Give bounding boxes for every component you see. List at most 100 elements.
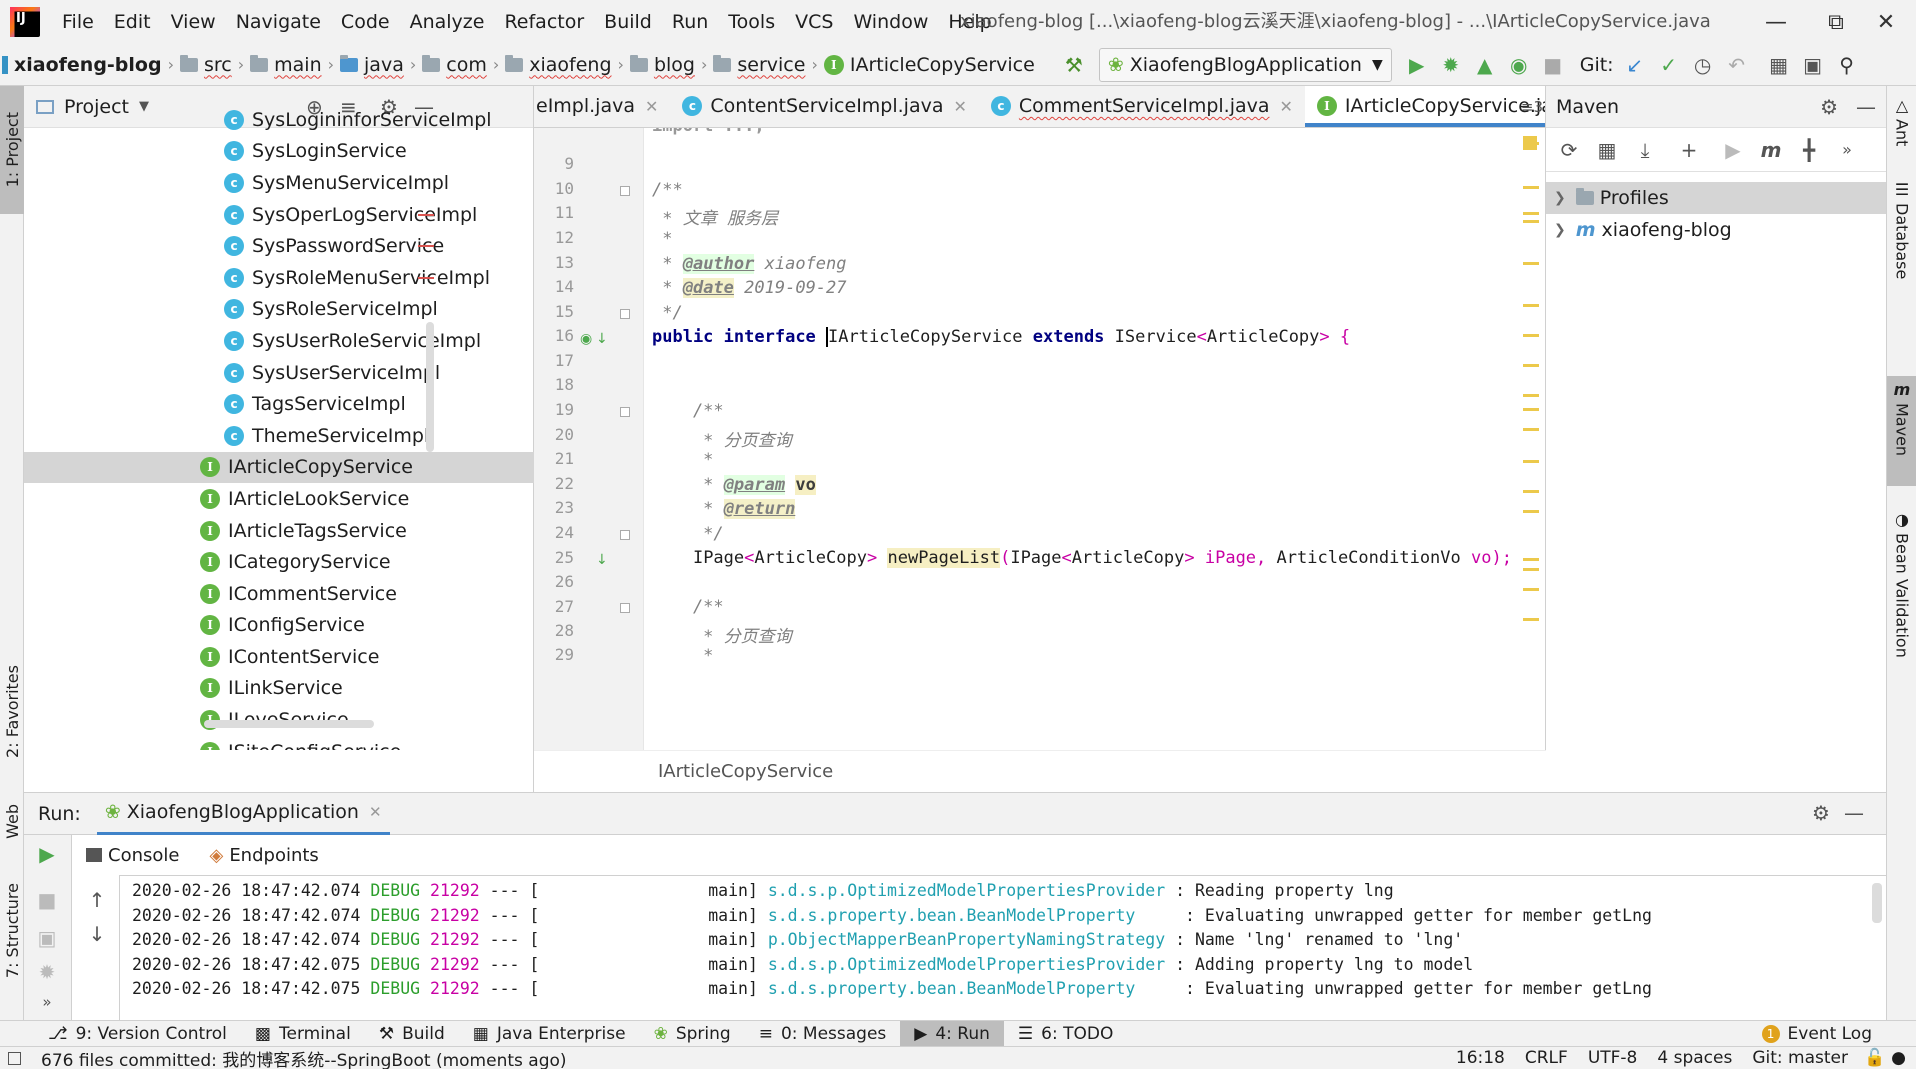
editor-tab-iarticlecopyservice[interactable]: IIArticleCopyService.java✕ <box>1304 86 1545 127</box>
menu-vcs[interactable]: VCS <box>785 0 843 44</box>
breadcrumb-file[interactable]: I IArticleCopyService <box>823 54 1035 76</box>
menu-view[interactable]: View <box>161 0 226 44</box>
search-icon[interactable]: ⚲ <box>1830 48 1864 82</box>
warning-mark[interactable] <box>1523 510 1539 513</box>
breadcrumb-service[interactable]: service <box>713 54 805 76</box>
warning-mark[interactable] <box>1523 186 1539 189</box>
menu-window[interactable]: Window <box>843 0 938 44</box>
breadcrumb-src[interactable]: src <box>179 54 232 76</box>
tree-item[interactable]: I IArticleLookService <box>24 483 534 515</box>
camera-icon[interactable]: ▣ <box>30 921 64 955</box>
tab-todo[interactable]: ☰ 6: TODO <box>1004 1021 1127 1047</box>
tab-bean-validation[interactable]: ◑ Bean Validation <box>1887 506 1916 666</box>
close-icon[interactable]: ✕ <box>369 803 382 821</box>
fold-marker-icon[interactable] <box>620 603 630 613</box>
breadcrumb-com[interactable]: com <box>422 54 487 76</box>
menu-file[interactable]: File <box>52 0 104 44</box>
arrow-up-icon[interactable]: ↑ <box>80 883 114 917</box>
tree-item[interactable]: I IContentService <box>24 641 534 673</box>
more-icon[interactable]: » <box>30 985 64 1019</box>
warning-mark[interactable] <box>1523 460 1539 463</box>
tab-overflow-button[interactable]: ≡3 <box>1521 86 1543 127</box>
menu-edit[interactable]: Edit <box>104 0 161 44</box>
tab-terminal[interactable]: ▩ Terminal <box>241 1021 365 1047</box>
run-subtab-console[interactable]: Console <box>86 845 179 866</box>
editor-tab-commentserviceimpl[interactable]: c CommentServiceImpl.java ✕ <box>979 86 1305 127</box>
indent-setting[interactable]: 4 spaces <box>1647 1048 1742 1068</box>
warning-mark[interactable] <box>1523 142 1539 145</box>
generate-sources-icon[interactable]: ▦ <box>1590 133 1624 167</box>
file-encoding[interactable]: UTF-8 <box>1578 1048 1648 1068</box>
close-icon[interactable]: ✕ <box>645 97 658 116</box>
download-icon[interactable]: ⤓ <box>1628 133 1662 167</box>
tree-item[interactable]: I ILinkService <box>24 673 534 705</box>
tab-ant[interactable]: △ Ant <box>1887 92 1916 156</box>
breadcrumb-java[interactable]: java <box>340 54 404 76</box>
tab-messages[interactable]: ≡ 0: Messages <box>745 1021 901 1047</box>
warning-mark[interactable] <box>1523 408 1539 411</box>
execute-goal-icon[interactable]: m <box>1754 133 1788 167</box>
tab-event-log[interactable]: 1 Event Log <box>1748 1021 1886 1047</box>
run-tab-xiaofengblogapplication[interactable]: ❀ XiaofengBlogApplication ✕ <box>96 793 390 835</box>
code-area[interactable]: import ...; /** * 文章 服务层 * * @author xia… <box>644 128 1516 750</box>
tree-item[interactable]: I ICommentService <box>24 578 534 610</box>
tree-item[interactable]: c TagsServiceImpl <box>24 388 534 420</box>
warning-mark[interactable] <box>1523 558 1539 561</box>
build-hammer-icon[interactable]: ⚒ <box>1057 48 1091 82</box>
warning-mark[interactable] <box>1523 428 1539 431</box>
arrow-down-icon[interactable]: ↓ <box>80 917 114 951</box>
git-rollback-icon[interactable]: ↶ <box>1720 48 1754 82</box>
maven-item-profiles[interactable]: ❯ Profiles <box>1546 182 1886 214</box>
debug-bug-icon[interactable]: ✹ <box>1434 48 1468 82</box>
fold-marker-icon[interactable] <box>620 530 630 540</box>
warning-mark[interactable] <box>1523 220 1539 223</box>
pin-icon[interactable]: ✹ <box>30 955 64 989</box>
menu-build[interactable]: Build <box>594 0 662 44</box>
profile-icon[interactable]: ◉ <box>1502 48 1536 82</box>
warning-mark[interactable] <box>1523 304 1539 307</box>
run-subtab-endpoints[interactable]: ◈ Endpoints <box>209 845 318 866</box>
tree-item[interactable]: I IConfigService <box>24 610 534 642</box>
implemented-icon[interactable]: ↓ <box>596 552 608 568</box>
run-configuration-select[interactable]: ❀ XiaofengBlogApplication ▼ <box>1098 47 1392 82</box>
menu-code[interactable]: Code <box>331 0 400 44</box>
menu-navigate[interactable]: Navigate <box>226 0 331 44</box>
fold-marker-icon[interactable] <box>620 186 630 196</box>
git-branch[interactable]: Git: master <box>1742 1048 1858 1068</box>
fold-marker-icon[interactable] <box>620 407 630 417</box>
console-output[interactable]: 2020-02-26 18:47:42.074 DEBUG 21292 --- … <box>120 875 1886 1021</box>
tree-item[interactable]: I IArticleCopyService <box>24 451 534 484</box>
tab-favorites[interactable]: 2: Favorites <box>0 646 24 776</box>
tab-project[interactable]: 1: Project <box>0 86 24 214</box>
caret-position[interactable]: 16:18 <box>1446 1048 1515 1068</box>
tab-run[interactable]: ▶ 4: Run <box>900 1020 1004 1047</box>
run-with-coverage-icon[interactable]: ▲ <box>1468 48 1502 82</box>
editor-tab-eimpl[interactable]: eImpl.java ✕ <box>534 86 670 127</box>
tab-java-enterprise[interactable]: ▦ Java Enterprise <box>459 1021 640 1047</box>
reload-icon[interactable]: ⟳ <box>1552 133 1586 167</box>
warning-mark[interactable] <box>1523 364 1539 367</box>
minimize-button[interactable]: — <box>1746 0 1806 44</box>
notifications-icon[interactable]: ● <box>1891 1048 1906 1068</box>
breadcrumb-blog[interactable]: blog <box>629 54 695 76</box>
menu-tools[interactable]: Tools <box>718 0 785 44</box>
hide-icon[interactable]: — <box>1856 95 1876 119</box>
tree-item[interactable]: c SysMenuServiceImpl <box>24 167 534 199</box>
close-window-button[interactable]: ✕ <box>1856 0 1916 44</box>
breadcrumb-xiaofeng[interactable]: xiaofeng <box>505 54 612 76</box>
line-separator[interactable]: CRLF <box>1515 1048 1578 1068</box>
tab-web[interactable]: Web <box>0 786 24 856</box>
status-panel-toggle-icon[interactable] <box>8 1051 21 1065</box>
breadcrumb-project[interactable]: xiaofeng-blog <box>2 54 162 76</box>
breadcrumb-main[interactable]: main <box>250 54 322 76</box>
warning-mark[interactable] <box>1523 568 1539 571</box>
project-structure-icon[interactable]: ▦ <box>1762 48 1796 82</box>
lock-icon[interactable]: 🔓 <box>1864 1048 1885 1068</box>
menu-refactor[interactable]: Refactor <box>494 0 594 44</box>
warning-mark[interactable] <box>1523 394 1539 397</box>
hide-icon[interactable]: — <box>1844 801 1864 825</box>
tab-structure[interactable]: 7: Structure <box>0 866 24 996</box>
tree-item[interactable]: c SysUserRoleServiceImpl <box>24 325 534 357</box>
warning-mark[interactable] <box>1523 262 1539 265</box>
stop-icon[interactable]: ■ <box>1536 48 1570 82</box>
